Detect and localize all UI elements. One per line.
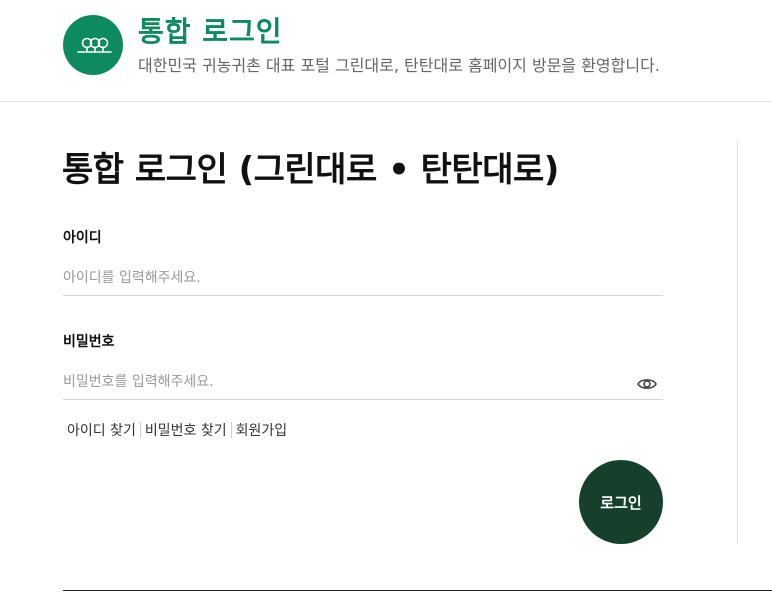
password-label: 비밀번호 — [63, 334, 115, 350]
trees-icon — [77, 37, 112, 53]
header-subtitle: 대한민국 귀농귀촌 대표 포털 그린대로, 탄탄대로 홈페이지 방문을 환영합니… — [138, 56, 660, 75]
header-title: 통합 로그인 — [138, 15, 283, 48]
id-label: 아이디 — [63, 230, 102, 246]
page-title: 통합 로그인 (그린대로 • 탄탄대로) — [62, 150, 559, 190]
find-id-link[interactable]: 아이디 찾기 — [63, 420, 140, 440]
divider — [737, 140, 738, 544]
site-header: 통합 로그인 대한민국 귀농귀촌 대표 포털 그린대로, 탄탄대로 홈페이지 방… — [0, 0, 772, 102]
find-password-link[interactable]: 비밀번호 찾기 — [141, 420, 231, 440]
logo[interactable] — [63, 15, 123, 75]
signup-link[interactable]: 회원가입 — [232, 420, 292, 440]
id-input[interactable] — [63, 260, 663, 296]
password-input[interactable] — [63, 364, 663, 400]
eye-icon[interactable] — [636, 373, 658, 395]
login-button[interactable]: 로그인 — [579, 460, 663, 544]
footer-divider — [63, 590, 772, 591]
account-links: 아이디 찾기 비밀번호 찾기 회원가입 — [63, 420, 291, 440]
